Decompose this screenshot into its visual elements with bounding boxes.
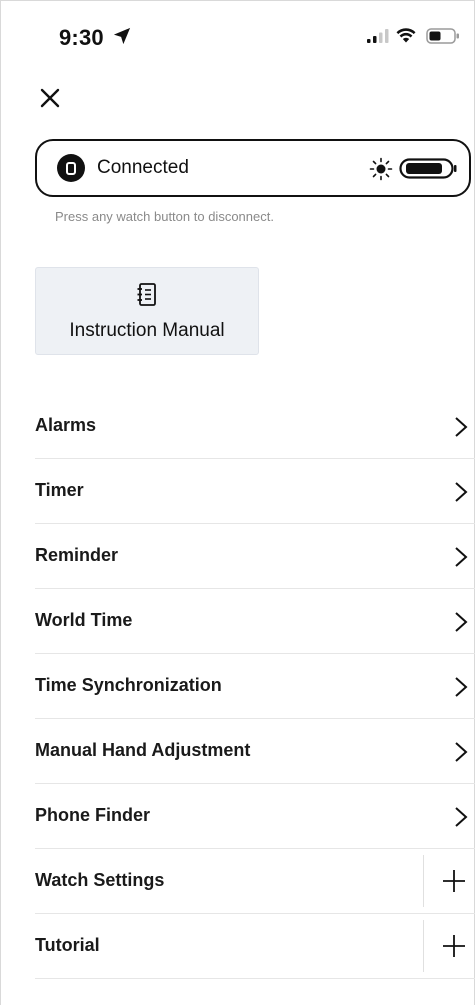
close-icon[interactable]: [36, 83, 66, 113]
divider: [423, 855, 424, 907]
notebook-icon: [137, 283, 156, 306]
menu-item-timer[interactable]: Timer: [35, 459, 475, 524]
battery-icon: [426, 28, 459, 44]
signal-icon: [367, 29, 389, 43]
instruction-manual-button[interactable]: Instruction Manual: [35, 267, 259, 355]
wifi-icon: [396, 28, 416, 43]
menu-item-watch-settings[interactable]: Watch Settings: [35, 849, 475, 914]
settings-menu: Alarms Timer Reminder World Time Time Sy…: [35, 394, 475, 979]
chevron-right-icon: [455, 482, 468, 502]
menu-item-label: Time Synchronization: [35, 675, 222, 695]
menu-item-reminder[interactable]: Reminder: [35, 524, 475, 589]
watch-icon: [57, 154, 85, 182]
app-frame: 9:30 Connected Press any watch button to…: [0, 0, 475, 1005]
connection-status-card: Connected: [35, 139, 471, 197]
menu-item-label: Tutorial: [35, 935, 100, 955]
menu-item-label: World Time: [35, 610, 133, 630]
plus-icon[interactable]: [442, 934, 466, 958]
connection-status-label: Connected: [97, 157, 189, 178]
menu-item-label: Reminder: [35, 545, 119, 565]
menu-item-label: Alarms: [35, 415, 97, 435]
menu-item-label: Phone Finder: [35, 805, 151, 825]
chevron-right-icon: [455, 612, 468, 632]
disconnect-hint: Press any watch button to disconnect.: [55, 209, 274, 224]
chevron-right-icon: [455, 417, 468, 437]
chevron-right-icon: [455, 742, 468, 762]
sun-icon: [369, 157, 393, 181]
divider: [423, 920, 424, 972]
chevron-right-icon: [455, 677, 468, 697]
watch-battery-icon: [399, 158, 457, 179]
menu-item-label: Watch Settings: [35, 870, 165, 890]
menu-item-manual-hand-adjustment[interactable]: Manual Hand Adjustment: [35, 719, 475, 784]
menu-item-alarms[interactable]: Alarms: [35, 394, 475, 459]
menu-item-label: Manual Hand Adjustment: [35, 740, 251, 760]
menu-item-phone-finder[interactable]: Phone Finder: [35, 784, 475, 849]
chevron-right-icon: [455, 547, 468, 567]
chevron-right-icon: [455, 807, 468, 827]
menu-item-label: Timer: [35, 480, 84, 500]
instruction-manual-label: Instruction Manual: [69, 320, 225, 341]
status-bar: 9:30: [1, 1, 475, 73]
menu-item-tutorial[interactable]: Tutorial: [35, 914, 475, 979]
menu-item-time-synchronization[interactable]: Time Synchronization: [35, 654, 475, 719]
plus-icon[interactable]: [442, 869, 466, 893]
location-arrow-icon: [113, 27, 131, 45]
menu-item-world-time[interactable]: World Time: [35, 589, 475, 654]
status-time: 9:30: [59, 25, 104, 50]
